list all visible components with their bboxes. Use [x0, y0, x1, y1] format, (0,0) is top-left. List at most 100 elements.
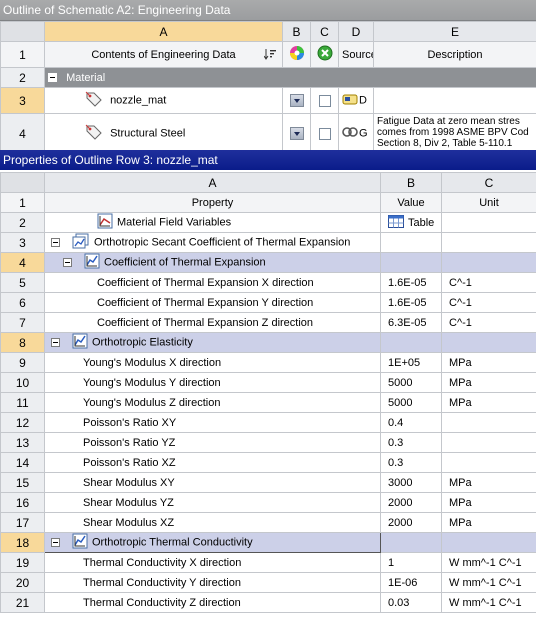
property-row[interactable]: 12 Poisson's Ratio XY 0.4: [0, 412, 536, 433]
property-name-cell[interactable]: Coefficient of Thermal Expansion Y direc…: [44, 292, 381, 313]
source-cell[interactable]: G: [338, 113, 374, 154]
property-name-cell[interactable]: Orthotropic Elasticity: [44, 332, 381, 353]
property-name-cell[interactable]: Thermal Conductivity Y direction: [44, 572, 381, 593]
property-name-cell[interactable]: Coefficient of Thermal Expansion Z direc…: [44, 312, 381, 333]
property-value-cell[interactable]: 0.3: [380, 452, 442, 473]
property-unit-cell[interactable]: MPa: [441, 392, 536, 413]
property-row[interactable]: 16 Shear Modulus YZ 2000 MPa: [0, 492, 536, 513]
property-row[interactable]: 18 Orthotropic Thermal Conductivity: [0, 532, 536, 553]
checkbox[interactable]: [318, 127, 331, 140]
property-name-cell[interactable]: Young's Modulus Z direction: [44, 392, 381, 413]
property-value-cell[interactable]: 1E+05: [380, 352, 442, 373]
table-icon[interactable]: [388, 214, 404, 231]
property-value-cell[interactable]: 5000: [380, 392, 442, 413]
property-row[interactable]: 20 Thermal Conductivity Y direction 1E-06 W…: [0, 572, 536, 593]
property-name-cell[interactable]: Coefficient of Thermal Expansion: [44, 252, 381, 273]
property-value-cell[interactable]: [380, 532, 442, 553]
property-unit-cell[interactable]: [441, 532, 536, 553]
property-value-cell[interactable]: 1.6E-05: [380, 272, 442, 293]
property-unit-cell[interactable]: MPa: [441, 372, 536, 393]
suppress-icon[interactable]: [310, 41, 339, 68]
column-header-b[interactable]: B: [380, 172, 442, 193]
property-unit-cell[interactable]: C^-1: [441, 272, 536, 293]
property-unit-cell[interactable]: [441, 332, 536, 353]
collapse-icon[interactable]: [51, 538, 60, 547]
column-header-e[interactable]: E: [373, 21, 536, 42]
property-row[interactable]: 8 Orthotropic Elasticity: [0, 332, 536, 353]
property-name-cell[interactable]: Shear Modulus XZ: [44, 512, 381, 533]
property-value-cell[interactable]: 0.03: [380, 592, 442, 613]
property-unit-cell[interactable]: MPa: [441, 472, 536, 493]
property-name-cell[interactable]: Poisson's Ratio YZ: [44, 432, 381, 453]
property-name-cell[interactable]: Poisson's Ratio XY: [44, 412, 381, 433]
property-value-cell[interactable]: 5000: [380, 372, 442, 393]
collapse-icon[interactable]: [51, 338, 60, 347]
property-name-cell[interactable]: Material Field Variables: [44, 212, 381, 233]
property-name-cell[interactable]: Shear Modulus XY: [44, 472, 381, 493]
property-row[interactable]: 3 Orthotropic Secant Coefficient of Therm…: [0, 232, 536, 253]
column-header-b[interactable]: B: [282, 21, 311, 42]
property-unit-cell[interactable]: MPa: [441, 512, 536, 533]
column-header-a[interactable]: A: [44, 172, 381, 193]
property-unit-cell[interactable]: W mm^-1 C^-1: [441, 552, 536, 573]
collapse-icon[interactable]: [63, 258, 72, 267]
property-unit-cell[interactable]: MPa: [441, 352, 536, 373]
property-value-cell[interactable]: [380, 232, 442, 253]
property-row[interactable]: 7 Coefficient of Thermal Expansion Z dire…: [0, 312, 536, 333]
property-unit-cell[interactable]: W mm^-1 C^-1: [441, 572, 536, 593]
property-value-cell[interactable]: 1.6E-05: [380, 292, 442, 313]
property-row[interactable]: 6 Coefficient of Thermal Expansion Y dire…: [0, 292, 536, 313]
property-row[interactable]: 17 Shear Modulus XZ 2000 MPa: [0, 512, 536, 533]
property-value-cell[interactable]: 1: [380, 552, 442, 573]
property-unit-cell[interactable]: W mm^-1 C^-1: [441, 592, 536, 613]
column-header-c[interactable]: C: [310, 21, 339, 42]
property-name-cell[interactable]: Thermal Conductivity X direction: [44, 552, 381, 573]
property-value-cell[interactable]: [380, 252, 442, 273]
property-unit-cell[interactable]: C^-1: [441, 312, 536, 333]
material-name-cell[interactable]: nozzle_mat: [44, 87, 283, 114]
column-header-c[interactable]: C: [441, 172, 536, 193]
property-unit-cell[interactable]: [441, 212, 536, 233]
property-unit-cell[interactable]: C^-1: [441, 292, 536, 313]
collapse-icon[interactable]: [48, 73, 57, 83]
color-wheel-icon[interactable]: [282, 41, 311, 68]
material-dropdown[interactable]: [282, 113, 311, 154]
material-row-nozzle-mat[interactable]: 3 nozzle_mat D: [0, 87, 536, 114]
property-row[interactable]: 19 Thermal Conductivity X direction 1 W mm^…: [0, 552, 536, 573]
property-unit-cell[interactable]: MPa: [441, 492, 536, 513]
property-name-cell[interactable]: Poisson's Ratio XZ: [44, 452, 381, 473]
property-name-cell[interactable]: Young's Modulus Y direction: [44, 372, 381, 393]
property-name-cell[interactable]: Coefficient of Thermal Expansion X direc…: [44, 272, 381, 293]
property-unit-cell[interactable]: [441, 232, 536, 253]
property-value-cell[interactable]: [380, 332, 442, 353]
property-value-cell[interactable]: Table: [380, 212, 442, 233]
property-unit-cell[interactable]: [441, 452, 536, 473]
property-row[interactable]: 9 Young's Modulus X direction 1E+05 MPa: [0, 352, 536, 373]
material-name-cell[interactable]: Structural Steel: [44, 113, 283, 154]
property-value-cell[interactable]: 0.3: [380, 432, 442, 453]
property-name-cell[interactable]: Shear Modulus YZ: [44, 492, 381, 513]
material-checkbox[interactable]: [310, 113, 339, 154]
source-cell[interactable]: D: [338, 87, 374, 114]
property-value-cell[interactable]: 2000: [380, 512, 442, 533]
property-value-cell[interactable]: 1E-06: [380, 572, 442, 593]
property-unit-cell[interactable]: [441, 412, 536, 433]
sort-icon[interactable]: [263, 48, 276, 63]
chevron-down-icon[interactable]: [289, 94, 304, 107]
property-row[interactable]: 5 Coefficient of Thermal Expansion X dire…: [0, 272, 536, 293]
property-value-cell[interactable]: 2000: [380, 492, 442, 513]
property-value-cell[interactable]: 6.3E-05: [380, 312, 442, 333]
property-name-cell[interactable]: Orthotropic Thermal Conductivity: [44, 532, 381, 553]
property-name-cell[interactable]: Thermal Conductivity Z direction: [44, 592, 381, 613]
property-row[interactable]: 10 Young's Modulus Y direction 5000 MPa: [0, 372, 536, 393]
property-name-cell[interactable]: Orthotropic Secant Coefficient of Therma…: [44, 232, 381, 253]
property-unit-cell[interactable]: [441, 432, 536, 453]
column-header-a[interactable]: A: [44, 21, 283, 42]
property-row[interactable]: 13 Poisson's Ratio YZ 0.3: [0, 432, 536, 453]
material-category-cell[interactable]: Material: [44, 67, 536, 88]
property-unit-cell[interactable]: [441, 252, 536, 273]
property-value-cell[interactable]: 0.4: [380, 412, 442, 433]
checkbox[interactable]: [318, 94, 331, 107]
collapse-icon[interactable]: [51, 238, 60, 247]
property-name-cell[interactable]: Young's Modulus X direction: [44, 352, 381, 373]
